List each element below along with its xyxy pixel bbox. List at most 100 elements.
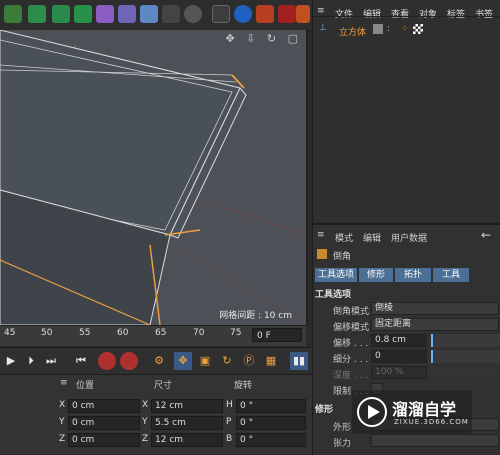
watermark-subtitle: ZIXUE.3D66.COM xyxy=(394,418,469,426)
tab-topology[interactable]: 拓扑 xyxy=(395,268,431,282)
prop-label: 倒角模式 xyxy=(333,307,370,317)
generator-icon[interactable] xyxy=(28,5,46,23)
axis-label: Z xyxy=(142,434,149,444)
rotation-header: 旋转 xyxy=(234,381,253,391)
attr-menu-mode[interactable]: 模式 xyxy=(335,231,353,244)
go-end-icon[interactable]: ⏭ xyxy=(42,352,60,370)
x-tool-icon[interactable] xyxy=(278,5,296,23)
playback-bar: ▶ ⏵ ⏭ ⏮ ⚙ ✥ ▣ ↻ Ⓟ ▦ ▮▮ xyxy=(0,347,312,374)
coordinates-manager: ≡ 位置 尺寸 旋转 X 0 cm X 12 cm H 0 ° Y 0 cm Y… xyxy=(0,374,312,454)
menu-icon[interactable]: ≡ xyxy=(317,6,325,16)
bevel-mode-select[interactable]: 倒棱 xyxy=(371,302,499,315)
tag-icon[interactable]: ⁘ xyxy=(401,24,409,34)
prop-label: 深度 . . . xyxy=(333,371,369,381)
object-name: 立方体 xyxy=(339,28,367,38)
cube-icon: ⊥ xyxy=(319,23,327,33)
menu-objects[interactable]: 对象 xyxy=(419,7,437,20)
size-y-field[interactable]: 5.5 cm xyxy=(151,416,223,430)
end-icon[interactable]: ⏮ xyxy=(72,352,90,370)
tab-tool[interactable]: 工具 xyxy=(433,268,469,282)
symmetry-icon[interactable] xyxy=(256,5,274,23)
axis-label: Y xyxy=(142,417,148,427)
cloner-icon[interactable] xyxy=(74,5,92,23)
menu-tags[interactable]: 标签 xyxy=(447,7,465,20)
deformer-icon[interactable] xyxy=(96,5,114,23)
axis-label: Y xyxy=(59,417,65,427)
size-x-field[interactable]: 12 cm xyxy=(151,399,223,413)
prop-label: 细分 . . . xyxy=(333,355,369,365)
watermark: 溜溜自学 ZIXUE.3D66.COM xyxy=(352,390,472,434)
tool-title: 倒角 xyxy=(333,252,352,262)
light-icon[interactable] xyxy=(184,5,202,23)
play-icon[interactable]: ▶ xyxy=(2,352,20,370)
3d-viewport[interactable]: ✥ ⇩ ↻ ▢ 网格间距 : 10 cm xyxy=(0,30,308,325)
move-key-icon[interactable]: ✥ xyxy=(174,352,192,370)
bevel-icon xyxy=(317,249,327,259)
keyframe-icon[interactable]: ⚙ xyxy=(150,352,168,370)
menu-view[interactable]: 查看 xyxy=(391,7,409,20)
cube-tool-icon[interactable] xyxy=(4,5,22,23)
offset-slider[interactable] xyxy=(431,334,500,347)
position-z-field[interactable]: 0 cm xyxy=(68,433,140,447)
watermark-title: 溜溜自学 xyxy=(392,400,457,419)
axis-label: P xyxy=(226,417,232,427)
offset-mode-select[interactable]: 固定距离 xyxy=(371,318,499,331)
subdivision-slider[interactable] xyxy=(431,350,500,363)
menu-icon[interactable]: ≡ xyxy=(60,378,68,388)
offset-field[interactable]: 0.8 cm xyxy=(371,334,427,347)
autokey-icon[interactable] xyxy=(120,352,138,370)
depth-slider[interactable] xyxy=(431,366,500,379)
rotation-p-field[interactable]: 0 ° xyxy=(236,416,306,430)
rotation-b-field[interactable]: 0 ° xyxy=(236,433,306,447)
subdivision-field[interactable]: 0 xyxy=(371,350,427,363)
menu-edit[interactable]: 编辑 xyxy=(363,7,381,20)
spline-icon[interactable] xyxy=(118,5,136,23)
object-row-cube[interactable]: ⊥ 立方体 : ⁘ xyxy=(317,23,497,39)
attr-menu-edit[interactable]: 编辑 xyxy=(363,231,381,244)
size-header: 尺寸 xyxy=(154,381,173,391)
tension-field[interactable] xyxy=(371,434,499,447)
depth-field[interactable]: 100 % xyxy=(371,366,427,379)
snap-icon[interactable] xyxy=(212,5,230,23)
material-tag-icon[interactable] xyxy=(413,24,423,34)
scale-key-icon[interactable]: ▣ xyxy=(196,352,214,370)
menu-icon[interactable]: ≡ xyxy=(317,230,325,240)
fire-icon[interactable] xyxy=(296,5,310,23)
position-header: 位置 xyxy=(76,381,95,391)
timeline-tick: 45 xyxy=(4,328,16,338)
back-arrow-icon[interactable]: ← xyxy=(481,228,491,242)
record-icon[interactable] xyxy=(98,352,116,370)
position-y-field[interactable]: 0 cm xyxy=(68,416,140,430)
timeline-tick: 55 xyxy=(79,328,91,338)
section-shape: 修形 xyxy=(315,405,334,415)
enable-icon[interactable]: : xyxy=(387,24,390,34)
position-x-field[interactable]: 0 cm xyxy=(68,399,140,413)
menu-bookmarks[interactable]: 书签 xyxy=(475,7,493,20)
size-z-field[interactable]: 12 cm xyxy=(151,433,223,447)
tab-shape[interactable]: 修形 xyxy=(359,268,393,282)
attr-menu-userdata[interactable]: 用户数据 xyxy=(391,231,427,244)
main-toolbar xyxy=(0,0,312,31)
menu-file[interactable]: 文件 xyxy=(335,7,353,20)
axis-label: H xyxy=(226,400,233,410)
qr-icon[interactable] xyxy=(234,5,252,23)
timeline-tick: 70 xyxy=(193,328,205,338)
rotation-h-field[interactable]: 0 ° xyxy=(236,399,306,413)
viewport-nav-icons[interactable]: ✥ ⇩ ↻ ▢ xyxy=(225,32,302,45)
timeline-tick: 75 xyxy=(230,328,242,338)
subdivision-icon[interactable] xyxy=(52,5,70,23)
visibility-icon[interactable] xyxy=(373,24,383,34)
frame-field[interactable]: 0 F xyxy=(252,328,302,342)
floor-icon[interactable] xyxy=(140,5,158,23)
timeline-ruler[interactable]: 45 50 55 60 65 70 75 0 F xyxy=(0,325,306,346)
timeline-toggle-icon[interactable]: ▮▮ xyxy=(290,352,308,370)
prop-label: 偏移 . . . xyxy=(333,339,369,349)
next-frame-icon[interactable]: ⏵ xyxy=(22,352,40,370)
camera-icon[interactable] xyxy=(162,5,180,23)
param-key-icon[interactable]: Ⓟ xyxy=(240,352,258,370)
tab-tool-options[interactable]: 工具选项 xyxy=(315,268,357,282)
prop-label: 张力 xyxy=(333,439,352,449)
pla-key-icon[interactable]: ▦ xyxy=(262,352,280,370)
timeline-tick: 65 xyxy=(155,328,167,338)
rotate-key-icon[interactable]: ↻ xyxy=(218,352,236,370)
